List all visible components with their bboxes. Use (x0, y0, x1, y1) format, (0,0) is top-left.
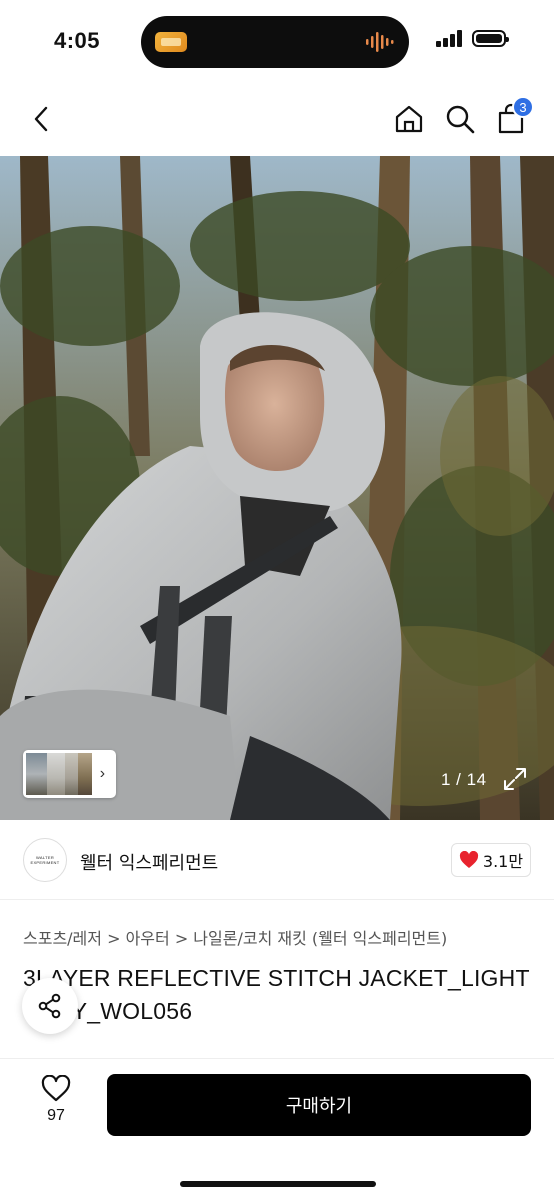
image-counter: 1 / 14 (441, 770, 487, 789)
home-icon (395, 105, 423, 133)
search-icon (446, 105, 475, 134)
wishlist-button[interactable]: 97 (34, 1075, 78, 1135)
bottom-action-bar: 97 구매하기 (0, 1058, 554, 1200)
home-indicator (180, 1181, 376, 1187)
back-chevron-icon (34, 106, 48, 132)
store-logo[interactable]: WALTER EXPERIMENT (23, 838, 67, 882)
activity-app-icon (155, 32, 187, 52)
top-nav-bar: 3 (0, 84, 554, 156)
thumbnail-image[interactable] (26, 753, 48, 795)
heart-outline-icon (41, 1075, 71, 1102)
status-bar: 4:05 (0, 0, 554, 84)
home-button[interactable] (392, 102, 426, 136)
product-photo (0, 156, 554, 820)
product-title: 3LAYER REFLECTIVE STITCH JACKET_LIGHT GR… (23, 965, 530, 1024)
status-time: 4:05 (54, 28, 101, 53)
thumbnail-strip[interactable]: › (23, 750, 116, 798)
heart-icon (459, 851, 478, 868)
dynamic-island (141, 16, 409, 68)
back-button[interactable] (24, 102, 58, 136)
thumbnail-image[interactable] (78, 753, 92, 795)
expand-icon[interactable] (502, 766, 528, 792)
buy-button[interactable]: 구매하기 (107, 1074, 531, 1136)
wishlist-count: 97 (47, 1107, 65, 1124)
cart-count-badge: 3 (512, 96, 534, 118)
audio-wave-icon (366, 32, 394, 52)
product-image[interactable]: 1 / 14 › (0, 156, 554, 820)
store-like-count: 3.1만 (482, 852, 524, 871)
cart-button[interactable]: 3 (494, 96, 534, 136)
store-row[interactable]: WALTER EXPERIMENT 웰터 익스페리먼트 3.1만 (0, 820, 554, 900)
thumbnail-image[interactable] (64, 753, 79, 795)
share-button[interactable] (22, 978, 78, 1034)
share-icon (38, 993, 61, 1019)
store-like-button[interactable]: 3.1만 (451, 843, 531, 877)
chevron-right-icon[interactable]: › (92, 753, 113, 795)
store-logo-text: WALTER EXPERIMENT (30, 855, 60, 865)
battery-icon (472, 30, 509, 47)
thumbnail-image[interactable] (47, 753, 65, 795)
cellular-signal-icon (436, 30, 462, 47)
category-breadcrumb[interactable]: 스포츠/레저 > 아우터 > 나일론/코치 재킷 (웰터 익스페리먼트) (23, 925, 447, 949)
store-name[interactable]: 웰터 익스페리먼트 (80, 849, 218, 875)
search-button[interactable] (443, 102, 477, 136)
